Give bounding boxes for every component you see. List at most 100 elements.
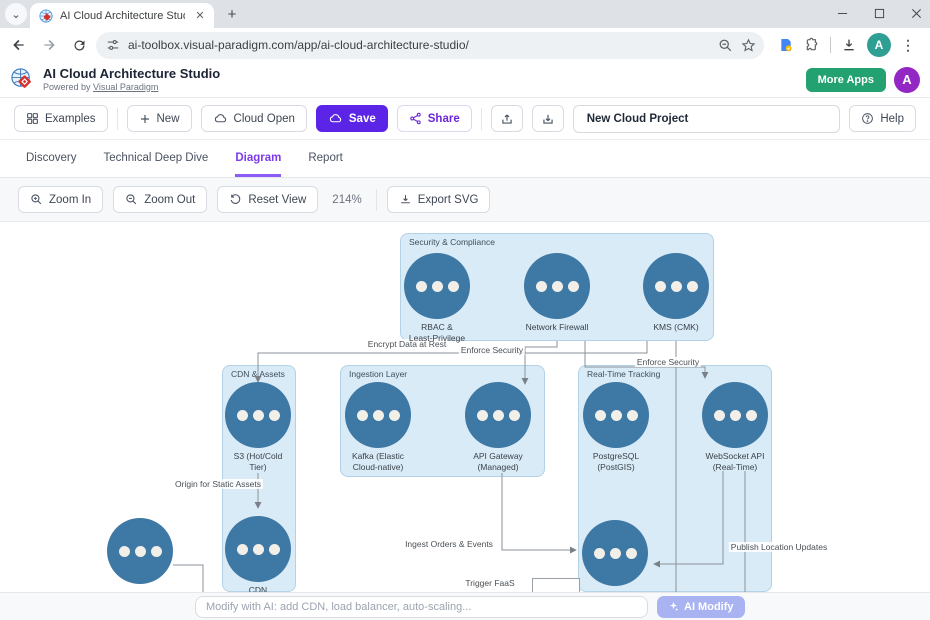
diagram-canvas[interactable]: Security & ComplianceCDN & AssetsIngesti… <box>0 222 930 592</box>
back-icon[interactable] <box>6 32 32 58</box>
node-label: CDN <box>203 585 313 592</box>
divider <box>376 189 377 211</box>
node-cdn[interactable] <box>225 516 291 582</box>
cloud-open-button[interactable]: Cloud Open <box>201 105 307 132</box>
ai-prompt-input[interactable] <box>195 596 648 618</box>
node-label: WebSocket API (Real-Time) <box>680 451 790 472</box>
extensions-puzzle-icon[interactable] <box>804 37 820 53</box>
tab-close-icon[interactable]: ✕ <box>192 8 208 24</box>
site-settings-icon[interactable] <box>106 38 120 52</box>
node-websocket[interactable] <box>702 382 768 448</box>
edge-label: Ingest Orders & Events <box>403 539 495 549</box>
downloads-icon[interactable] <box>841 37 857 53</box>
ellipsis-dot <box>730 410 741 421</box>
node-circle[interactable] <box>107 518 173 584</box>
node-circle[interactable] <box>524 253 590 319</box>
reset-view-button[interactable]: Reset View <box>217 186 318 213</box>
ai-modify-button[interactable]: AI Modify <box>657 596 745 618</box>
section-tabs: Discovery Technical Deep Dive Diagram Re… <box>0 140 930 178</box>
tab-report[interactable]: Report <box>308 140 343 177</box>
examples-button[interactable]: Examples <box>14 105 108 132</box>
powered-by: Powered by Visual Paradigm <box>43 82 220 92</box>
node-label: Network Firewall <box>502 322 612 333</box>
app-user-avatar[interactable]: A <box>894 67 920 93</box>
ellipsis-dot <box>610 548 621 559</box>
ellipsis-dot <box>568 281 579 292</box>
ellipsis-dot <box>448 281 459 292</box>
node-circle[interactable] <box>225 516 291 582</box>
forward-icon[interactable] <box>36 32 62 58</box>
node-circle[interactable] <box>643 253 709 319</box>
omnibox[interactable]: ai-toolbox.visual-paradigm.com/app/ai-cl… <box>96 32 764 59</box>
ai-modify-bar: AI Modify <box>0 592 930 620</box>
node-kms[interactable] <box>643 253 709 319</box>
sparkle-icon <box>668 601 679 612</box>
zoom-indicator-icon[interactable] <box>718 38 733 53</box>
reading-mode-icon[interactable] <box>778 37 794 53</box>
node-circle[interactable] <box>583 382 649 448</box>
ellipsis-dot <box>714 410 725 421</box>
zoom-in-button[interactable]: Zoom In <box>18 186 103 213</box>
grid-icon <box>26 112 39 125</box>
browser-tab[interactable]: AI Cloud Architecture Studio ✕ <box>30 3 214 28</box>
bookmark-star-icon[interactable] <box>741 38 756 53</box>
import-button[interactable] <box>491 105 523 132</box>
share-button[interactable]: Share <box>397 105 472 132</box>
new-tab-button[interactable]: + <box>220 2 244 26</box>
ellipsis-dot <box>119 546 130 557</box>
node-s3[interactable] <box>225 382 291 448</box>
ellipsis-dot <box>671 281 682 292</box>
help-button[interactable]: Help <box>849 105 916 132</box>
ellipsis-dot <box>389 410 400 421</box>
ellipsis-dot <box>477 410 488 421</box>
node-api-gateway[interactable] <box>465 382 531 448</box>
project-name-input[interactable] <box>573 105 841 133</box>
node-left-node[interactable] <box>107 518 173 584</box>
node-kafka[interactable] <box>345 382 411 448</box>
save-button[interactable]: Save <box>316 105 388 132</box>
maximize-icon[interactable] <box>874 8 885 19</box>
minimize-icon[interactable] <box>837 8 848 19</box>
tab-discovery[interactable]: Discovery <box>26 140 76 177</box>
browser-profile-avatar[interactable]: A <box>867 33 891 57</box>
ellipsis-dot <box>746 410 757 421</box>
node-network-firewall[interactable] <box>524 253 590 319</box>
node-circle[interactable] <box>225 382 291 448</box>
browser-tab-strip: ⌄ AI Cloud Architecture Studio ✕ + <box>0 0 930 28</box>
visual-paradigm-link[interactable]: Visual Paradigm <box>93 82 158 92</box>
node-circle[interactable] <box>465 382 531 448</box>
diagram-toolbar: Zoom In Zoom Out Reset View 214% Export … <box>0 178 930 222</box>
share-icon <box>409 112 422 125</box>
node-label: KMS (CMK) <box>621 322 731 333</box>
zoom-in-icon <box>30 193 43 206</box>
ellipsis-dot <box>594 548 605 559</box>
more-apps-button[interactable]: More Apps <box>806 68 886 92</box>
node-postgresql[interactable] <box>583 382 649 448</box>
zoom-out-button[interactable]: Zoom Out <box>113 186 207 213</box>
tab-diagram[interactable]: Diagram <box>235 140 281 177</box>
node-circle[interactable] <box>582 520 648 586</box>
node-rbac[interactable] <box>404 253 470 319</box>
node-bottom-node[interactable] <box>582 520 648 586</box>
app-title-block: AI Cloud Architecture Studio Powered by … <box>43 67 220 91</box>
ellipsis-dot <box>269 410 280 421</box>
download-button[interactable] <box>532 105 564 132</box>
ellipsis-dot <box>269 544 280 555</box>
edge-label: Enforce Security <box>459 345 525 355</box>
reload-icon[interactable] <box>66 32 92 58</box>
help-circle-icon <box>861 112 874 125</box>
export-svg-button[interactable]: Export SVG <box>387 186 491 213</box>
app-logo <box>10 67 35 92</box>
tab-search-chevron-icon[interactable]: ⌄ <box>5 3 27 25</box>
ellipsis-dot <box>151 546 162 557</box>
window-controls <box>837 0 922 26</box>
node-circle[interactable] <box>404 253 470 319</box>
tab-technical-deep-dive[interactable]: Technical Deep Dive <box>103 140 208 177</box>
divider <box>481 108 482 130</box>
node-circle[interactable] <box>345 382 411 448</box>
node-circle[interactable] <box>702 382 768 448</box>
close-icon[interactable] <box>911 8 922 19</box>
chrome-menu-kebab-icon[interactable]: ⋮ <box>901 37 915 54</box>
main-toolbar: Examples New Cloud Open Save Share Help <box>0 98 930 140</box>
new-button[interactable]: New <box>127 105 192 132</box>
